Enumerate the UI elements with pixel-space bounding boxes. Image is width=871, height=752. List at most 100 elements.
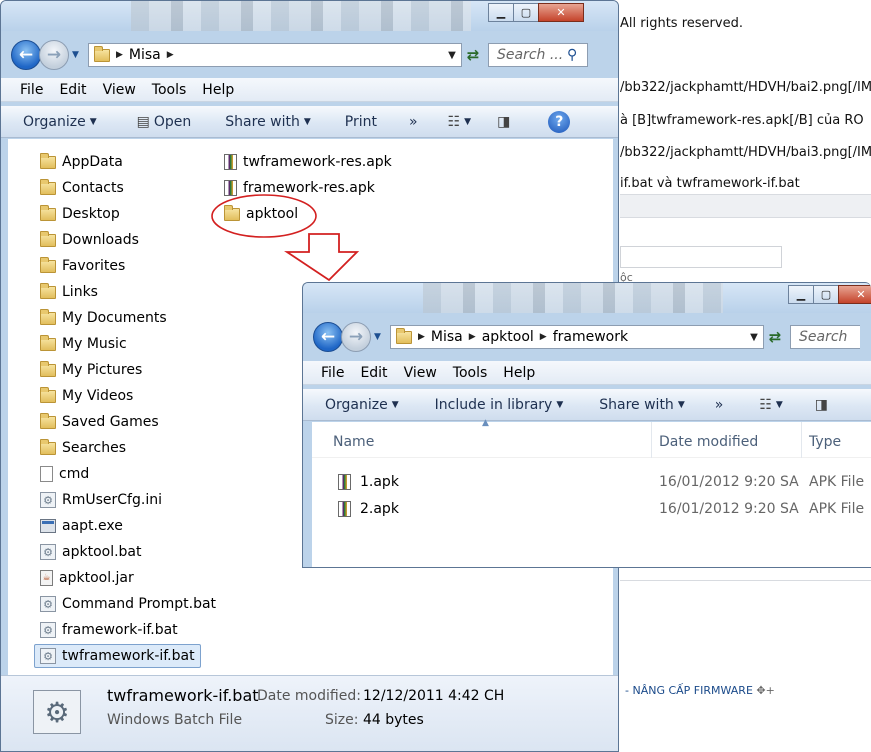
list-item[interactable]: My Pictures (40, 358, 142, 382)
archive-file-icon (338, 474, 351, 490)
breadcrumb-framework[interactable]: framework (553, 329, 628, 345)
list-item[interactable]: ⚙ apktool.bat (40, 540, 142, 564)
menu-view[interactable]: View (396, 365, 445, 381)
menu-tools[interactable]: Tools (144, 82, 195, 98)
list-item-label: apktool.jar (59, 570, 134, 586)
preview-pane-button[interactable]: ◨ (488, 114, 519, 130)
address-dropdown-icon[interactable]: ▼ (443, 50, 461, 61)
column-header-type[interactable]: Type (809, 434, 841, 450)
list-item-label: framework-if.bat (62, 622, 178, 638)
list-item-label: Links (62, 284, 98, 300)
list-item[interactable]: Searches (40, 436, 126, 460)
list-item[interactable]: Favorites (40, 254, 125, 278)
list-item-label: My Pictures (62, 362, 143, 378)
menu-help[interactable]: Help (194, 82, 242, 98)
refresh-icon[interactable]: ⇄ (764, 328, 786, 346)
forward-button[interactable]: → (39, 40, 69, 70)
list-item[interactable]: Desktop (40, 202, 120, 226)
print-button[interactable]: Print (336, 114, 386, 130)
list-item[interactable]: My Music (40, 332, 127, 356)
list-item-label: aapt.exe (62, 518, 123, 534)
list-item[interactable]: ☕ apktool.jar (40, 566, 134, 590)
menu-tools[interactable]: Tools (445, 365, 496, 381)
forward-button[interactable]: → (341, 322, 371, 352)
organize-button[interactable]: Organize ▼ (1, 114, 106, 130)
list-item[interactable]: ⚙ Command Prompt.bat (40, 592, 216, 616)
back-button[interactable]: ← (11, 40, 41, 70)
view-options-button[interactable]: ☷ ▼ (750, 397, 791, 413)
date-modified-cell: 16/01/2012 9:20 SA (659, 501, 799, 517)
breadcrumb-misa[interactable]: Misa (129, 47, 161, 63)
column-header-date-modified[interactable]: Date modified (659, 434, 758, 450)
breadcrumb-arrow-icon[interactable]: ▶ (167, 50, 174, 60)
column-header-name[interactable]: Name (333, 434, 374, 450)
menu-edit[interactable]: Edit (51, 82, 94, 98)
address-bar[interactable]: ▶ Misa ▶ ▼ (88, 43, 462, 67)
list-item[interactable]: Downloads (40, 228, 139, 252)
breadcrumb-misa[interactable]: Misa (431, 329, 463, 345)
help-button[interactable]: ? (539, 110, 579, 133)
list-item[interactable]: My Documents (40, 306, 167, 330)
list-item[interactable]: aapt.exe (40, 514, 123, 538)
minimize-button[interactable]: ▁ (788, 285, 814, 304)
include-in-library-button[interactable]: Include in library ▼ (426, 397, 573, 413)
list-item[interactable]: cmd (40, 462, 89, 486)
menu-file[interactable]: File (303, 365, 352, 381)
menu-file[interactable]: File (1, 82, 51, 98)
view-options-button[interactable]: ☷ ▼ (439, 114, 480, 130)
organize-button[interactable]: Organize ▼ (303, 397, 408, 413)
annotation-arrow (284, 233, 360, 282)
title-bar[interactable]: ▁ ▢ ✕ (303, 283, 871, 313)
more-commands-button[interactable]: » (706, 397, 733, 413)
recent-pages-dropdown[interactable]: ▼ (72, 50, 82, 60)
maximize-button[interactable]: ▢ (813, 285, 839, 304)
search-icon[interactable]: ⚲ (567, 47, 587, 63)
menu-view[interactable]: View (95, 82, 144, 98)
list-item-label: My Music (62, 336, 127, 352)
share-with-button[interactable]: Share with ▼ (590, 397, 693, 413)
title-bar[interactable]: ▁ ▢ ✕ (1, 1, 618, 31)
bg-input[interactable] (620, 246, 782, 268)
list-item[interactable]: ⚙ framework-if.bat (40, 618, 178, 642)
search-box[interactable]: Search (790, 325, 860, 349)
minimize-button[interactable]: ▁ (488, 3, 514, 22)
breadcrumb-arrow-icon[interactable]: ▶ (469, 332, 476, 342)
list-item[interactable]: ⚙ RmUserCfg.ini (40, 488, 162, 512)
list-item[interactable]: Saved Games (40, 410, 159, 434)
folder-icon (40, 282, 56, 299)
navigation-bar: ← → ▼ ▶ Misa ▶ apktool ▶ framework ▼ ⇄ S… (303, 317, 871, 357)
breadcrumb-apktool[interactable]: apktool (482, 329, 534, 345)
refresh-icon[interactable]: ⇄ (462, 46, 484, 64)
list-item[interactable]: Contacts (40, 176, 124, 200)
list-item[interactable]: AppData (40, 150, 123, 174)
breadcrumb-arrow-icon[interactable]: ▶ (540, 332, 547, 342)
search-box[interactable]: Search ... ⚲ (488, 43, 588, 67)
list-item[interactable]: twframework-res.apk (224, 150, 392, 174)
share-with-button[interactable]: Share with ▼ (216, 114, 319, 130)
file-name-cell: 1.apk (360, 474, 399, 490)
list-item[interactable]: My Videos (40, 384, 133, 408)
batch-file-gear-icon: ⚙ (33, 690, 81, 734)
bg-footer-link[interactable]: - NÂNG CẤP FIRMWARE ✥+ (625, 684, 775, 697)
list-item[interactable]: Links (40, 280, 98, 304)
batch-file-icon: ⚙ (40, 596, 56, 612)
maximize-button[interactable]: ▢ (513, 3, 539, 22)
table-row[interactable]: 2.apk 16/01/2012 9:20 SA APK File (312, 497, 871, 521)
open-button[interactable]: ▤ Open (128, 114, 201, 130)
more-commands-button[interactable]: » (400, 114, 427, 130)
menu-help[interactable]: Help (495, 365, 543, 381)
search-placeholder: Search ... (497, 47, 564, 63)
bg-text-line: à [B]twframework-res.apk[/B] của RO (620, 113, 864, 128)
preview-pane-button[interactable]: ◨ (806, 397, 837, 413)
close-button[interactable]: ✕ (538, 3, 584, 22)
table-row[interactable]: 1.apk 16/01/2012 9:20 SA APK File (312, 470, 871, 494)
jar-file-icon: ☕ (40, 570, 53, 586)
recent-pages-dropdown[interactable]: ▼ (374, 332, 384, 342)
batch-file-icon: ⚙ (40, 492, 56, 508)
back-button[interactable]: ← (313, 322, 343, 352)
close-button[interactable]: ✕ (838, 285, 871, 304)
address-dropdown-icon[interactable]: ▼ (745, 332, 763, 343)
list-item[interactable]: ⚙ twframework-if.bat (34, 644, 201, 668)
menu-edit[interactable]: Edit (352, 365, 395, 381)
address-bar[interactable]: ▶ Misa ▶ apktool ▶ framework ▼ (390, 325, 764, 349)
